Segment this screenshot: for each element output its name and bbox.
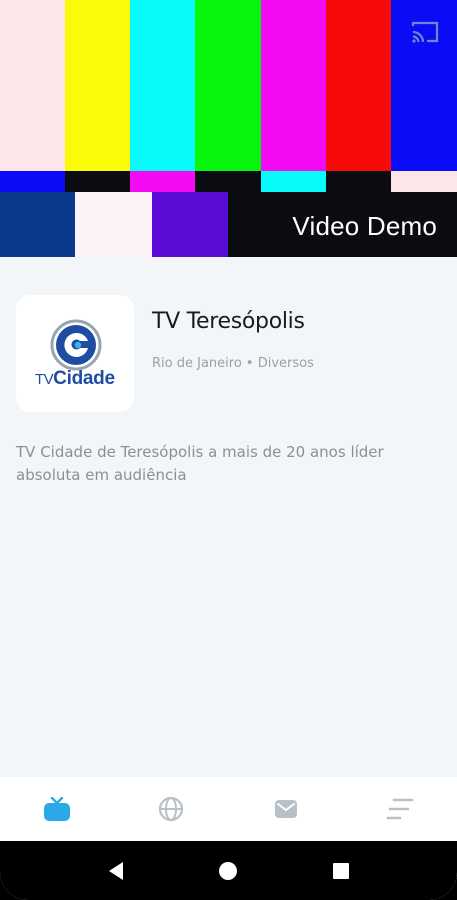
channel-info: TVCidade TV Teresópolis Rio de Janeiro •… [16,295,441,413]
mail-icon [274,800,297,818]
color-bar [0,171,65,192]
channel-name: TV Teresópolis [152,309,305,334]
channel-logo: TVCidade [16,295,134,412]
back-button[interactable] [96,851,136,891]
back-icon [109,861,124,880]
tv-cidade-logo-icon [50,319,102,371]
video-player[interactable]: Video Demo [0,0,457,257]
test-pattern-middle [0,171,457,192]
globe-icon [159,796,184,822]
color-bar [65,0,130,171]
recents-icon [332,862,349,879]
color-bar [130,171,195,192]
tv-icon [44,796,71,821]
color-bar [326,171,391,192]
nav-tab-globe[interactable] [114,777,228,841]
color-bar [261,0,326,171]
cast-icon[interactable] [411,20,439,44]
color-bar [261,171,326,192]
color-bar [130,0,195,171]
logo-text-cidade: Cidade [53,368,115,389]
nav-tab-tv[interactable] [0,777,114,841]
color-bar [195,0,261,171]
logo-wordmark: TVCidade [35,368,115,390]
color-bar [75,192,152,257]
color-bar [0,0,65,171]
color-bar [326,0,391,171]
system-navigation-bar [0,841,457,900]
app-screen: Video Demo TVCidade TV Teresópolis Rio d… [0,0,457,900]
nav-tab-menu[interactable] [343,777,457,841]
channel-meta: Rio de Janeiro • Diversos [152,356,314,371]
color-bar [152,192,228,257]
logo-text-tv: TV [35,371,54,388]
recents-button[interactable] [321,851,361,891]
home-icon [219,861,238,880]
home-button[interactable] [208,851,248,891]
channel-description: TV Cidade de Teresópolis a mais de 20 an… [16,443,384,484]
color-bar [195,171,261,192]
color-bar [65,171,130,192]
video-title: Video Demo [292,211,437,241]
test-pattern-top [0,0,457,171]
color-bar [0,192,75,257]
menu-icon [386,798,414,820]
color-bar [391,171,457,192]
nav-tab-mail[interactable] [229,777,343,841]
bottom-navigation [0,777,457,841]
